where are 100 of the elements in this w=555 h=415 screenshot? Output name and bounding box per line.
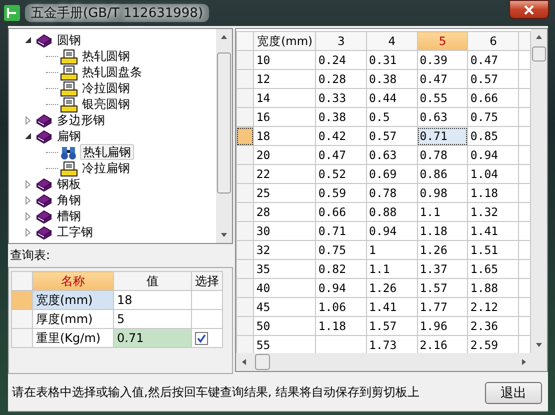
- table-cell[interactable]: 32: [254, 240, 316, 260]
- table-cell[interactable]: 0.88: [366, 202, 418, 222]
- table-cell[interactable]: 1.41: [468, 222, 519, 240]
- tree-item[interactable]: 槽钢: [55, 209, 83, 223]
- table-cell[interactable]: 12: [254, 70, 316, 88]
- table-cell[interactable]: 1.77: [417, 298, 468, 316]
- table-cell[interactable]: 25: [254, 184, 316, 202]
- table-cell[interactable]: 1.26: [366, 278, 418, 298]
- table-cell[interactable]: 1.57: [417, 278, 468, 298]
- table-cell[interactable]: 0.24: [316, 50, 367, 70]
- table-cell[interactable]: 1: [366, 240, 418, 260]
- table-cell[interactable]: 0.28: [316, 70, 367, 88]
- tree-item[interactable]: 冷拉圆钢: [80, 81, 132, 95]
- table-cell[interactable]: 1.18: [316, 316, 367, 336]
- table-cell[interactable]: 0.82: [316, 260, 367, 278]
- column-header[interactable]: 4: [366, 32, 418, 50]
- table-cell[interactable]: 0.94: [316, 278, 367, 298]
- value-field[interactable]: 0.71: [114, 328, 192, 348]
- table-cell[interactable]: 2.12: [468, 298, 519, 316]
- table-cell[interactable]: 35: [254, 260, 316, 278]
- table-cell[interactable]: 45: [254, 298, 316, 316]
- table-cell[interactable]: 0.55: [417, 88, 468, 108]
- table-cell[interactable]: 1.26: [417, 240, 468, 260]
- table-cell[interactable]: 0.33: [316, 88, 367, 108]
- table-cell[interactable]: 20: [254, 146, 316, 164]
- table-cell[interactable]: 50: [254, 316, 316, 336]
- tree-item[interactable]: 角钢: [55, 193, 83, 207]
- tree-item[interactable]: 钢板: [55, 177, 83, 191]
- tree-item[interactable]: 扁钢: [55, 129, 83, 143]
- table-cell[interactable]: 1.65: [468, 260, 519, 278]
- table-cell[interactable]: 0.44: [366, 88, 418, 108]
- tree-item[interactable]: 圆钢: [55, 33, 83, 47]
- tree-item[interactable]: 热轧圆钢: [80, 49, 132, 63]
- table-cell[interactable]: 0.52: [316, 164, 367, 184]
- table-cell[interactable]: 0.38: [316, 108, 367, 126]
- table-cell[interactable]: 0.69: [366, 164, 418, 184]
- value-field[interactable]: 18: [114, 290, 192, 310]
- table-cell[interactable]: 0.71: [316, 222, 367, 240]
- table-cell[interactable]: 1.88: [468, 278, 519, 298]
- table-cell[interactable]: 0.86: [417, 164, 468, 184]
- expander-icon[interactable]: [23, 131, 33, 141]
- table-cell[interactable]: 0.78: [366, 184, 418, 202]
- table-cell[interactable]: 0.98: [417, 184, 468, 202]
- table-cell[interactable]: 0.47: [316, 146, 367, 164]
- table-cell[interactable]: 0.42: [316, 126, 367, 146]
- table-cell[interactable]: 40: [254, 278, 316, 298]
- exit-button[interactable]: 退出: [485, 382, 542, 404]
- table-cell[interactable]: 18: [254, 126, 316, 146]
- table-cell[interactable]: 0.66: [316, 202, 367, 222]
- table-cell[interactable]: 0.94: [366, 222, 418, 240]
- table-cell[interactable]: 14: [254, 88, 316, 108]
- expander-icon[interactable]: [23, 35, 33, 45]
- table-cell[interactable]: 0.39: [417, 50, 468, 70]
- table-cell[interactable]: 1.06: [316, 298, 367, 316]
- table-cell[interactable]: 1.51: [468, 240, 519, 260]
- row-header[interactable]: [236, 126, 254, 146]
- table-cell[interactable]: 30: [254, 222, 316, 240]
- tree-item[interactable]: 热轧圆盘条: [80, 65, 144, 79]
- table-cell[interactable]: 1.18: [417, 222, 468, 240]
- table-cell[interactable]: 1.18: [468, 184, 519, 202]
- table-cell[interactable]: 1.57: [366, 316, 418, 336]
- table-cell[interactable]: 0.59: [316, 184, 367, 202]
- table-cell[interactable]: 28: [254, 202, 316, 222]
- table-cell[interactable]: 2.36: [468, 316, 519, 336]
- table-cell[interactable]: 16: [254, 108, 316, 126]
- table-cell[interactable]: 0.47: [468, 50, 519, 70]
- column-header[interactable]: 6: [468, 32, 519, 50]
- table-cell[interactable]: 0.75: [316, 240, 367, 260]
- table-cell[interactable]: 0.31: [366, 50, 418, 70]
- table-cell[interactable]: 1.1: [366, 260, 418, 278]
- table-cell[interactable]: 0.63: [366, 146, 418, 164]
- tree-item[interactable]: 多边形钢: [55, 113, 107, 127]
- table-cell[interactable]: 0.57: [468, 70, 519, 88]
- table-cell[interactable]: 0.57: [366, 126, 418, 146]
- table-cell[interactable]: 1.32: [468, 202, 519, 222]
- checkbox[interactable]: [195, 332, 208, 344]
- table-cell[interactable]: 0.75: [468, 108, 519, 126]
- table-cell[interactable]: 0.85: [468, 126, 519, 146]
- table-cell[interactable]: 1.41: [366, 298, 418, 316]
- table-cell[interactable]: 0.78: [417, 146, 468, 164]
- table-cell[interactable]: 1.96: [417, 316, 468, 336]
- table-cell[interactable]: 0.5: [366, 108, 418, 126]
- tree-item[interactable]: 冷拉扁钢: [80, 161, 132, 175]
- tree-item[interactable]: 银亮圆钢: [80, 97, 132, 111]
- table-cell[interactable]: 0.94: [468, 146, 519, 164]
- column-header[interactable]: 5: [417, 32, 468, 50]
- table-cell[interactable]: 1.04: [468, 164, 519, 184]
- table-cell[interactable]: 1.1: [417, 202, 468, 222]
- table-cell[interactable]: 22: [254, 164, 316, 184]
- table-cell[interactable]: 0.66: [468, 88, 519, 108]
- column-header[interactable]: 宽度(mm): [254, 32, 316, 50]
- table-cell[interactable]: 1.37: [417, 260, 468, 278]
- table-cell[interactable]: 0.47: [417, 70, 468, 88]
- close-button[interactable]: [509, 0, 549, 19]
- table-cell[interactable]: 10: [254, 50, 316, 70]
- table-cell[interactable]: 0.38: [366, 70, 418, 88]
- column-header[interactable]: 3: [316, 32, 367, 50]
- tree-item[interactable]: 工字钢: [55, 225, 95, 239]
- table-cell[interactable]: 0.71: [417, 126, 468, 146]
- tree-item[interactable]: 热轧扁钢: [80, 144, 134, 160]
